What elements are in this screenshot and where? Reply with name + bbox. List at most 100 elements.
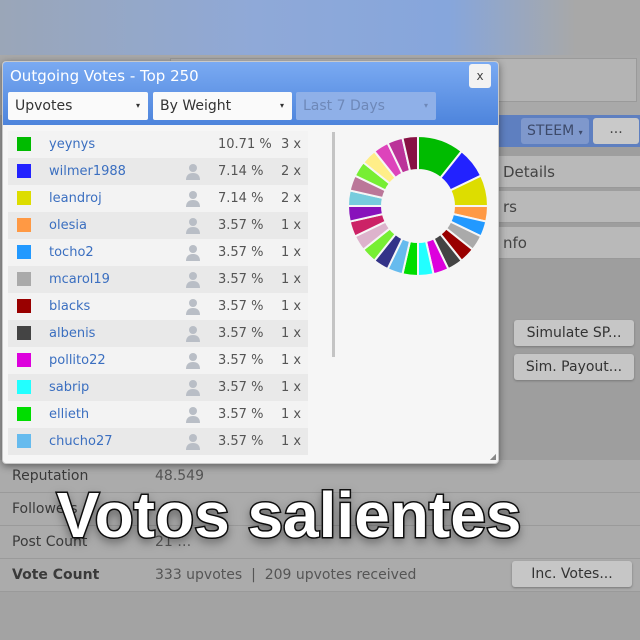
color-swatch	[17, 407, 31, 421]
user-icon[interactable]	[185, 271, 201, 288]
vote-count: 1 x	[281, 434, 302, 449]
voter-link[interactable]: mcarol19	[49, 266, 110, 293]
table-row: wilmer1988 7.14 % 2 x	[8, 158, 308, 185]
color-swatch	[17, 272, 31, 286]
vote-count: 3 x	[281, 137, 302, 152]
close-button[interactable]: x	[469, 64, 491, 88]
vote-count: 1 x	[281, 380, 302, 395]
voter-link[interactable]: wilmer1988	[49, 158, 126, 185]
color-swatch	[17, 434, 31, 448]
color-swatch	[17, 245, 31, 259]
table-row: blacks 3.57 % 1 x	[8, 293, 308, 320]
currency-select[interactable]: STEEM ▾	[521, 118, 589, 144]
table-row: yeynys 10.71 % 3 x	[8, 131, 308, 158]
page-header-blurred	[0, 0, 640, 55]
vote-percent: 7.14 %	[218, 191, 264, 206]
color-swatch	[17, 191, 31, 205]
vote-count: 1 x	[281, 353, 302, 368]
user-icon[interactable]	[185, 325, 201, 342]
vote-count: 1 x	[281, 407, 302, 422]
more-button[interactable]: ...	[593, 118, 639, 144]
vote-percent: 3.57 %	[218, 434, 264, 449]
table-row: ellieth 3.57 % 1 x	[8, 401, 308, 428]
vote-type-value: Upvotes	[15, 98, 73, 114]
vote-percent: 10.71 %	[218, 137, 272, 152]
vote-count: 2 x	[281, 191, 302, 206]
menu-item-info[interactable]: nfo	[497, 227, 640, 259]
voter-link[interactable]: pollito22	[49, 347, 106, 374]
color-swatch	[17, 353, 31, 367]
sim-payout-button[interactable]: Sim. Payout...	[514, 354, 634, 380]
row-value: 333 upvotes | 209 upvotes received	[155, 567, 417, 583]
chevron-down-icon: ▾	[135, 101, 140, 110]
resize-handle[interactable]: ◢	[490, 452, 496, 461]
user-icon[interactable]	[185, 217, 201, 234]
vote-percent: 3.57 %	[218, 299, 264, 314]
voter-link[interactable]: olesia	[49, 212, 87, 239]
row-label: Vote Count	[12, 567, 100, 583]
dialog-title: Outgoing Votes - Top 250	[10, 67, 199, 85]
inc-votes-button[interactable]: Inc. Votes...	[512, 561, 632, 587]
color-swatch	[17, 164, 31, 178]
table-row: leandroj 7.14 % 2 x	[8, 185, 308, 212]
vote-percent: 3.57 %	[218, 380, 264, 395]
votes-table: yeynys 10.71 % 3 x wilmer1988 7.14 % 2 x…	[8, 131, 308, 455]
period-value: Last 7 Days	[303, 98, 385, 114]
vote-percent: 3.57 %	[218, 272, 264, 287]
vote-percent: 3.57 %	[218, 326, 264, 341]
user-icon[interactable]	[185, 298, 201, 315]
vote-count: 1 x	[281, 218, 302, 233]
color-swatch	[17, 218, 31, 232]
sort-select[interactable]: By Weight ▾	[153, 92, 292, 120]
period-select: Last 7 Days ▾	[296, 92, 436, 120]
user-icon[interactable]	[185, 190, 201, 207]
scrollbar[interactable]	[332, 132, 335, 357]
chevron-down-icon: ▾	[423, 101, 428, 110]
vote-percent: 3.57 %	[218, 245, 264, 260]
vote-type-select[interactable]: Upvotes ▾	[8, 92, 148, 120]
table-row: albenis 3.57 % 1 x	[8, 320, 308, 347]
vote-percent: 3.57 %	[218, 407, 264, 422]
outgoing-votes-dialog: Outgoing Votes - Top 250 x Upvotes ▾ By W…	[2, 61, 499, 464]
user-icon[interactable]	[185, 352, 201, 369]
voter-link[interactable]: ellieth	[49, 401, 89, 428]
user-icon[interactable]	[185, 163, 201, 180]
voter-link[interactable]: blacks	[49, 293, 90, 320]
voter-link[interactable]: albenis	[49, 320, 95, 347]
user-icon[interactable]	[185, 406, 201, 423]
table-row: sabrip 3.57 % 1 x	[8, 374, 308, 401]
page-footer	[0, 592, 640, 640]
color-swatch	[17, 137, 31, 151]
table-row: chucho27 3.57 % 1 x	[8, 428, 308, 455]
vote-count: 1 x	[281, 326, 302, 341]
menu-item-details[interactable]: Details	[497, 156, 640, 188]
voter-link[interactable]: yeynys	[49, 131, 95, 158]
vote-count: 1 x	[281, 299, 302, 314]
color-swatch	[17, 380, 31, 394]
vote-count: 1 x	[281, 272, 302, 287]
caption-overlay: Votos salientes	[55, 478, 523, 553]
user-icon[interactable]	[185, 244, 201, 261]
voter-link[interactable]: leandroj	[49, 185, 102, 212]
table-row: olesia 3.57 % 1 x	[8, 212, 308, 239]
menu-item-2[interactable]: rs	[497, 191, 640, 223]
table-row: tocho2 3.57 % 1 x	[8, 239, 308, 266]
user-icon[interactable]	[185, 379, 201, 396]
chevron-down-icon: ▾	[279, 101, 284, 110]
votes-donut-chart	[346, 136, 490, 278]
vote-percent: 3.57 %	[218, 353, 264, 368]
voter-link[interactable]: chucho27	[49, 428, 113, 455]
table-row: pollito22 3.57 % 1 x	[8, 347, 308, 374]
user-icon[interactable]	[185, 433, 201, 450]
vote-percent: 7.14 %	[218, 164, 264, 179]
dialog-header: Outgoing Votes - Top 250 x Upvotes ▾ By W…	[3, 62, 498, 125]
vote-percent: 3.57 %	[218, 218, 264, 233]
currency-select-label: STEEM	[527, 123, 575, 139]
color-swatch	[17, 299, 31, 313]
simulate-sp-button[interactable]: Simulate SP...	[514, 320, 634, 346]
table-row: mcarol19 3.57 % 1 x	[8, 266, 308, 293]
voter-link[interactable]: tocho2	[49, 239, 94, 266]
voter-link[interactable]: sabrip	[49, 374, 89, 401]
vote-count: 1 x	[281, 245, 302, 260]
sort-value: By Weight	[160, 98, 232, 114]
